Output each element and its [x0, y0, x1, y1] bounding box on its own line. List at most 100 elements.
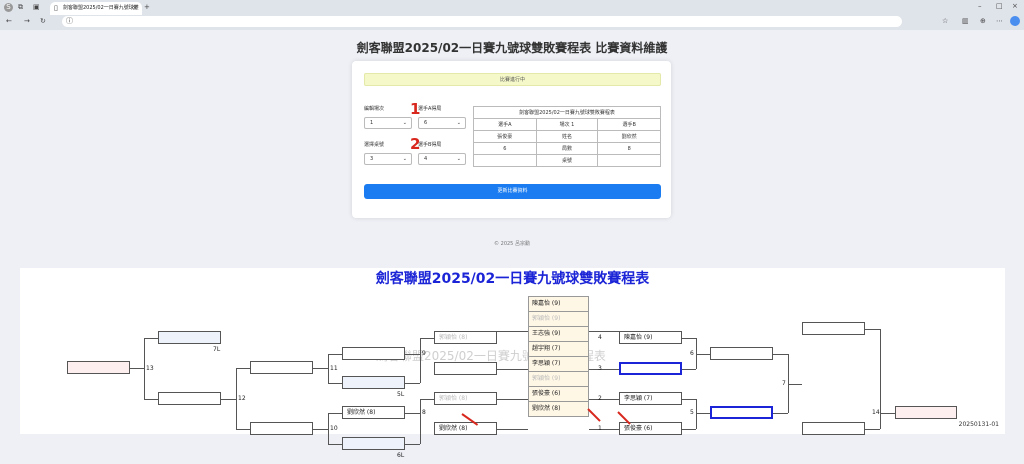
connector	[773, 413, 788, 414]
window-close-icon[interactable]: ×	[1012, 2, 1018, 11]
connector	[682, 399, 696, 400]
forward-icon[interactable]: →	[24, 17, 30, 26]
connector	[328, 354, 342, 355]
connector	[313, 429, 328, 430]
connector	[865, 429, 880, 430]
connector	[328, 413, 329, 444]
connector	[328, 413, 342, 414]
connector	[696, 413, 710, 414]
workspaces-icon[interactable]: ▣	[33, 3, 40, 12]
connector	[328, 354, 329, 384]
connector	[420, 338, 434, 339]
match-slot	[158, 331, 221, 344]
entry-slot: 王志強 (9)	[529, 327, 588, 342]
player-a-score: 6	[473, 142, 537, 155]
a-score-select[interactable]: 6 ⌄	[418, 117, 466, 129]
footer-copyright: © 2025 呂宗勳	[494, 241, 530, 247]
match-slot	[67, 361, 130, 374]
connector	[405, 354, 420, 355]
tab-bar: S ⧉ ▣ ▯ 劍客聯盟2025/02一日賽九號球雙 × + – □ ×	[0, 0, 1024, 15]
profile-icon[interactable]: S	[4, 3, 13, 12]
score-row-label: 局數	[535, 142, 599, 155]
connector	[589, 369, 619, 370]
connector	[405, 413, 420, 414]
minimize-icon[interactable]: –	[978, 2, 982, 11]
player-b-name: 劉欣然	[597, 130, 661, 143]
match-number: 5	[690, 409, 694, 416]
bookmark-icon[interactable]: ☆	[942, 17, 948, 26]
connector	[313, 368, 328, 369]
extensions-icon[interactable]: ⊕	[980, 17, 986, 26]
connector	[405, 383, 420, 384]
back-icon[interactable]: ←	[6, 17, 12, 26]
match-slot: 郭穎怡 (8)	[434, 331, 497, 344]
reload-icon[interactable]: ↻	[40, 17, 46, 26]
match-number: 4	[598, 334, 602, 341]
entry-slot: 郭穎怡 (9)	[529, 312, 588, 327]
connector	[144, 338, 145, 399]
copilot-icon[interactable]	[1010, 16, 1020, 26]
loser-label: 7L	[213, 346, 221, 353]
update-button[interactable]: 更新比賽資料	[364, 184, 661, 199]
chevron-down-icon: ⌄	[456, 156, 461, 162]
match-number: 3	[598, 365, 602, 372]
player-b-score: 8	[597, 142, 661, 155]
connector	[144, 338, 158, 339]
connector	[497, 369, 528, 370]
split-screen-icon[interactable]: ▥	[962, 17, 969, 26]
menu-icon[interactable]: ⋯	[996, 17, 1003, 26]
connector	[130, 368, 144, 369]
match-select[interactable]: 1 ⌄	[364, 117, 412, 129]
connector	[865, 329, 880, 330]
tab-actions-icon[interactable]: ⧉	[18, 3, 23, 12]
connector	[880, 413, 895, 414]
connector	[497, 331, 528, 332]
connector	[405, 444, 420, 445]
close-icon[interactable]: ×	[132, 4, 138, 13]
arrow-icon	[587, 408, 601, 422]
browser-chrome: S ⧉ ▣ ▯ 劍客聯盟2025/02一日賽九號球雙 × + – □ × ← →…	[0, 0, 1024, 30]
connector	[497, 399, 528, 400]
match-slot	[434, 362, 497, 375]
bracket-panel: 劍客聯盟2025/02一日賽九號球雙敗賽程表 劍客聯盟2025/02一日賽九號球…	[20, 268, 1005, 459]
connector	[773, 354, 788, 355]
loser-label: 6L	[397, 452, 405, 459]
connector	[589, 399, 619, 400]
marker-2: 2	[410, 135, 421, 153]
match-number: 11	[330, 365, 338, 372]
connector	[696, 354, 710, 355]
table-b-cell	[597, 154, 661, 167]
b-score-select[interactable]: 4 ⌄	[418, 153, 466, 165]
version-label: 20250131-01	[958, 421, 999, 428]
maximize-icon[interactable]: □	[996, 2, 1003, 11]
match-slot	[250, 361, 313, 374]
connector	[589, 331, 619, 332]
connector	[420, 338, 421, 383]
new-tab-icon[interactable]: +	[144, 3, 150, 12]
entry-column: 陳嘉怡 (9) 郭穎怡 (9) 王志強 (9) 趙宇翔 (7) 李思穎 (7) …	[528, 296, 589, 417]
status-banner: 比賽進行中	[364, 73, 661, 86]
final-slot	[895, 406, 957, 419]
name-row-label: 姓名	[535, 130, 599, 143]
col-b-header: 選手B	[597, 118, 661, 131]
table-select[interactable]: 3 ⌄	[364, 153, 412, 165]
match-number: 14	[872, 409, 880, 416]
match-slot	[342, 376, 405, 389]
match-slot-active	[710, 406, 773, 419]
site-info-icon[interactable]: ⓘ	[66, 17, 73, 26]
table-row-label: 桌號	[535, 154, 599, 167]
browser-tab[interactable]: ▯ 劍客聯盟2025/02一日賽九號球雙 ×	[50, 2, 142, 15]
col-a-header: 選手A	[473, 118, 537, 131]
table-a-cell	[473, 154, 537, 167]
b-score-label: 選手B得局	[418, 142, 442, 148]
chevron-down-icon: ⌄	[456, 120, 461, 126]
match-slot	[342, 437, 405, 450]
table-label: 選擇桌號	[364, 142, 385, 148]
match-number: 7	[782, 380, 786, 387]
chevron-down-icon: ⌄	[402, 120, 407, 126]
connector	[144, 399, 158, 400]
chevron-down-icon: ⌄	[402, 156, 407, 162]
connector	[696, 399, 697, 429]
entry-slot: 陳嘉怡 (9)	[529, 297, 588, 312]
address-bar[interactable]: ⓘ	[62, 16, 902, 27]
